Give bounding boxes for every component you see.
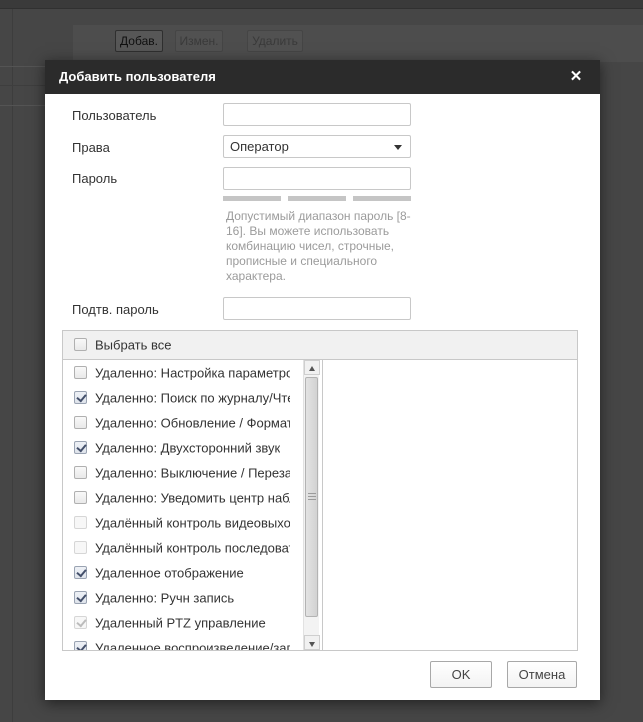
permission-label: Удаленное воспроизведение/загру... <box>95 640 290 650</box>
page-top-bar <box>0 0 643 9</box>
close-icon[interactable]: ✕ <box>566 67 586 87</box>
rights-label: Права <box>72 140 110 155</box>
permission-row[interactable]: Удаленно: Ручн запись <box>63 585 322 610</box>
rights-selected-value: Оператор <box>230 139 289 154</box>
permissions-list: Удаленное воспроизведение/загру... Удален… <box>63 360 323 650</box>
username-input[interactable] <box>223 103 411 126</box>
permission-checkbox[interactable] <box>74 566 87 579</box>
scroll-down-button[interactable] <box>304 635 320 650</box>
scrollbar-thumb[interactable] <box>305 377 318 617</box>
select-all-label: Выбрать все <box>95 338 171 353</box>
delete-user-button[interactable]: Удалить <box>247 30 303 52</box>
arrow-up-icon <box>309 366 315 371</box>
scroll-up-button[interactable] <box>304 360 320 375</box>
permission-label: Удаленно: Поиск по журналу/Чтени... <box>95 390 290 405</box>
permission-checkbox[interactable] <box>74 541 87 554</box>
dialog-header: Добавить пользователя ✕ <box>45 60 600 94</box>
permission-row[interactable]: Удалённый контроль видеовыхода <box>63 510 322 535</box>
permission-checkbox[interactable] <box>74 466 87 479</box>
permission-label: Удалённый контроль последовате... <box>95 540 290 555</box>
permission-row[interactable]: Удалённый контроль последовате... <box>63 535 322 560</box>
page-divider-horizontal <box>0 85 45 86</box>
permission-label: Удаленное отображение <box>95 565 244 580</box>
password-input[interactable] <box>223 167 411 190</box>
confirm-password-input[interactable] <box>223 297 411 320</box>
permission-row[interactable]: Удаленное отображение <box>63 560 322 585</box>
permission-row[interactable]: Удаленно: Уведомить центр наблю... <box>63 485 322 510</box>
permission-checkbox[interactable] <box>74 591 87 604</box>
page-divider-horizontal <box>0 105 45 106</box>
password-strength-meter <box>223 196 411 201</box>
permission-checkbox[interactable] <box>74 391 87 404</box>
select-all-row[interactable]: Выбрать все <box>63 331 577 360</box>
ok-button[interactable]: OK <box>430 661 492 688</box>
arrow-down-icon <box>309 642 315 647</box>
permission-label: Удаленно: Двухсторонний звук <box>95 440 280 455</box>
permission-label: Удаленно: Уведомить центр наблю... <box>95 490 290 505</box>
page-divider-horizontal <box>0 66 45 67</box>
permission-label: Удаленно: Обновление / Форматир... <box>95 415 290 430</box>
permission-label: Удаленный PTZ управление <box>95 615 266 630</box>
permission-checkbox[interactable] <box>74 366 87 379</box>
page-divider-vertical <box>12 9 13 722</box>
permission-checkbox[interactable] <box>74 441 87 454</box>
chevron-down-icon <box>394 145 402 150</box>
select-all-checkbox[interactable] <box>74 338 87 351</box>
permission-checkbox[interactable] <box>74 641 87 651</box>
strength-segment <box>223 196 281 201</box>
add-user-button[interactable]: Добав. <box>115 30 163 52</box>
permission-row[interactable]: Удаленное воспроизведение/загру... <box>63 635 322 650</box>
permission-row[interactable]: Удаленно: Двухсторонний звук <box>63 435 322 460</box>
permission-row[interactable]: Удаленно: Выключение / Перезагру... <box>63 460 322 485</box>
cancel-button[interactable]: Отмена <box>507 661 577 688</box>
permission-label: Удаленно: Выключение / Перезагру... <box>95 465 290 480</box>
permission-row[interactable]: Удаленно: Поиск по журналу/Чтени... <box>63 385 322 410</box>
confirm-password-label: Подтв. пароль <box>72 302 159 317</box>
permission-row[interactable]: Удаленный PTZ управление <box>63 610 322 635</box>
scrollbar-grip-icon <box>308 493 316 502</box>
password-hint-text: Допустимый диапазон пароль [8-16]. Вы мо… <box>226 209 424 284</box>
modify-user-button[interactable]: Измен. <box>175 30 223 52</box>
permission-checkbox[interactable] <box>74 616 87 629</box>
permission-row[interactable]: Удаленно: Настройка параметров <box>63 360 322 385</box>
permission-row[interactable]: Удаленно: Обновление / Форматир... <box>63 410 322 435</box>
password-label: Пароль <box>72 171 117 186</box>
permission-label: Удаленно: Настройка параметров <box>95 365 290 380</box>
add-user-dialog: Добавить пользователя ✕ Пользователь Пра… <box>45 60 600 700</box>
username-label: Пользователь <box>72 108 156 123</box>
permission-checkbox[interactable] <box>74 516 87 529</box>
dialog-title: Добавить пользователя <box>59 69 216 84</box>
scrollbar[interactable] <box>303 360 319 650</box>
strength-segment <box>288 196 346 201</box>
strength-segment <box>353 196 411 201</box>
permissions-box: Выбрать все Удаленное воспроизведение/за… <box>62 330 578 651</box>
permissions-detail-panel <box>324 360 577 650</box>
permission-label: Удалённый контроль видеовыхода <box>95 515 290 530</box>
permission-label: Удаленно: Ручн запись <box>95 590 234 605</box>
rights-select[interactable]: Оператор <box>223 135 411 158</box>
permission-checkbox[interactable] <box>74 491 87 504</box>
permission-checkbox[interactable] <box>74 416 87 429</box>
